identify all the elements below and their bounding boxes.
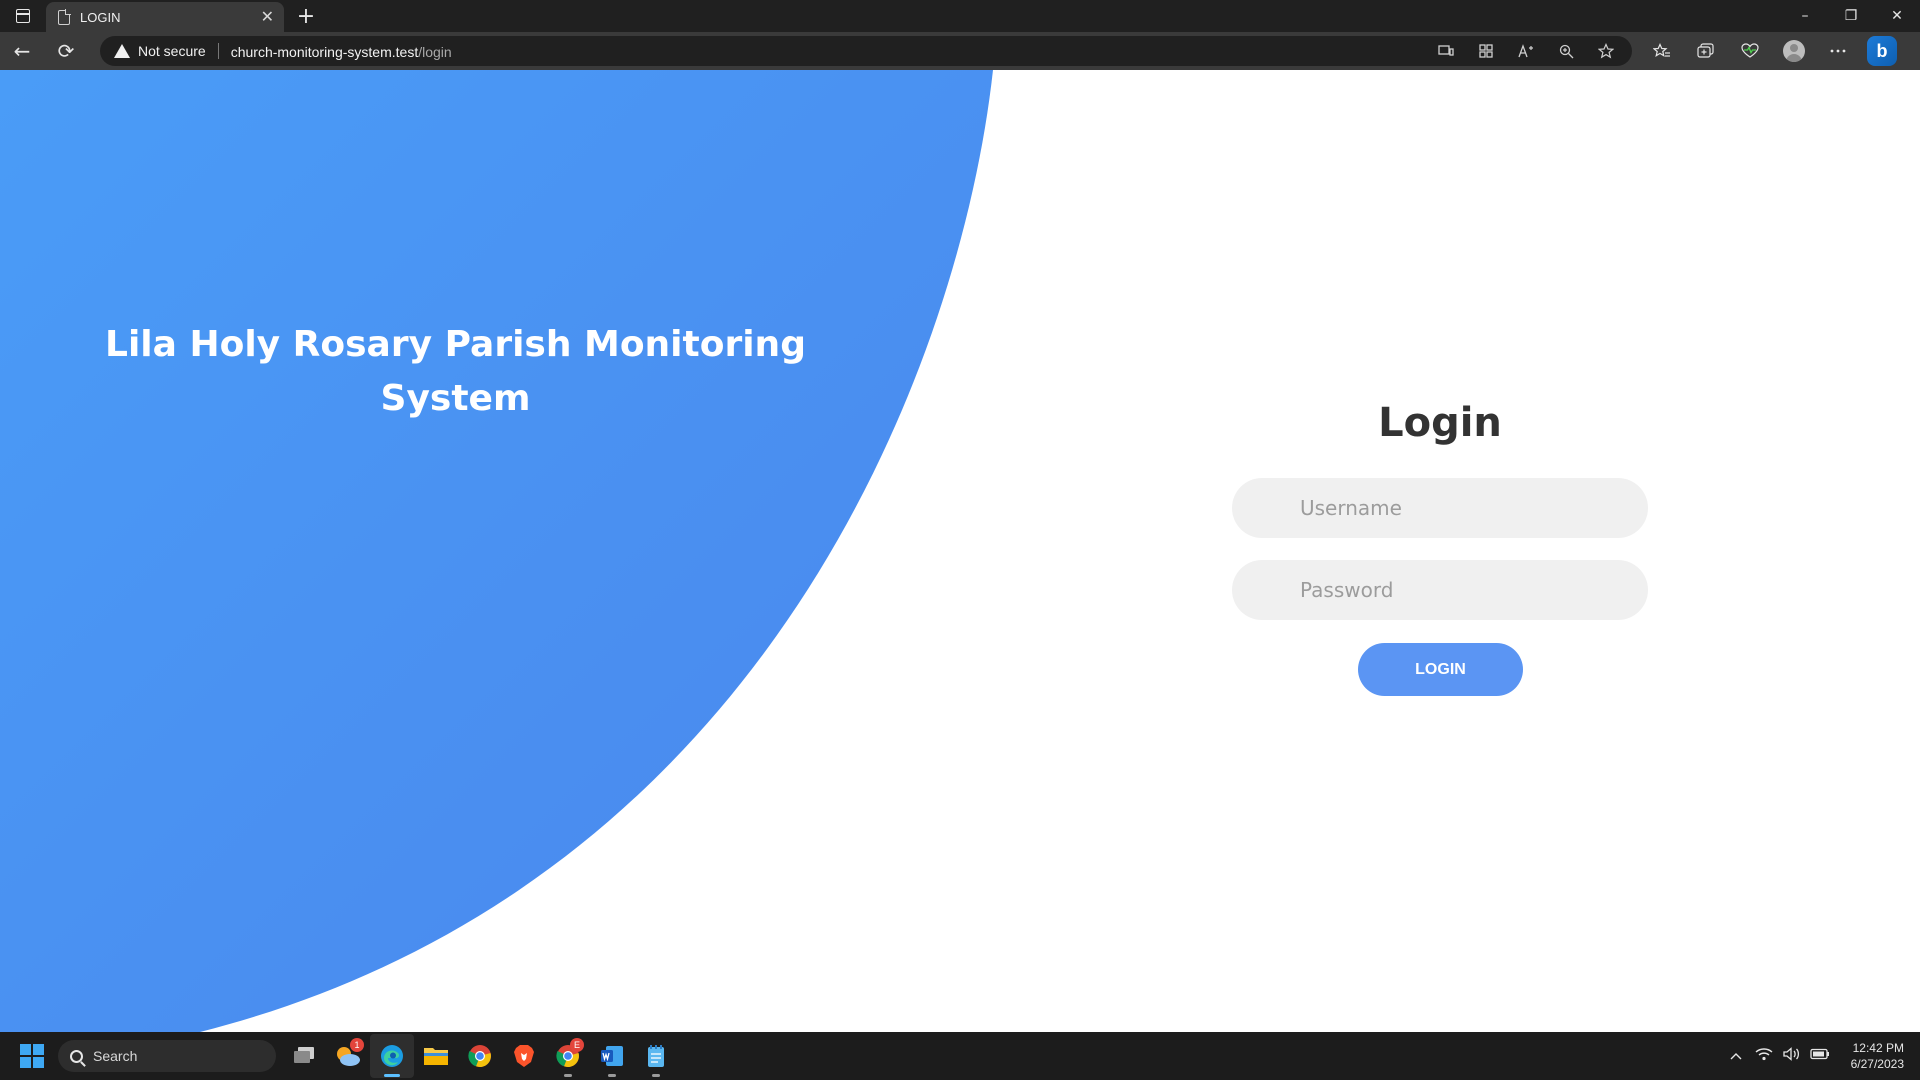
battery-icon[interactable] <box>1809 1048 1831 1064</box>
search-label: Search <box>93 1048 138 1064</box>
tab-actions-icon <box>16 9 30 23</box>
running-indicator <box>564 1074 572 1077</box>
task-view-icon <box>294 1047 314 1063</box>
password-input[interactable] <box>1232 560 1648 620</box>
app-available-icon[interactable] <box>1426 36 1466 66</box>
file-explorer-button[interactable] <box>414 1034 458 1078</box>
collections-icon[interactable] <box>1684 32 1728 70</box>
address-bar-actions <box>1426 36 1632 66</box>
taskbar-clock[interactable]: 12:42 PM 6/27/2023 <box>1851 1040 1904 1072</box>
tab-title: LOGIN <box>80 9 121 25</box>
bing-chat-button[interactable]: b <box>1860 32 1904 70</box>
show-hidden-icons-icon[interactable] <box>1725 1049 1747 1064</box>
clock-date: 6/27/2023 <box>1850 1057 1904 1071</box>
profile-button[interactable] <box>1772 32 1816 70</box>
window-controls: – ❐ ✕ <box>1782 0 1920 32</box>
tab-close-icon[interactable]: ✕ <box>261 9 274 25</box>
windows-logo-tile <box>33 1044 44 1055</box>
folder-icon <box>424 1048 448 1065</box>
zoom-icon[interactable] <box>1546 36 1586 66</box>
taskbar-search[interactable]: Search <box>58 1040 276 1072</box>
more-options-icon[interactable] <box>1816 32 1860 70</box>
address-separator <box>217 43 219 59</box>
browser-toolbar: b <box>1640 32 1904 70</box>
back-button[interactable]: ← <box>0 32 44 70</box>
browser-tab[interactable]: LOGIN ✕ <box>46 2 284 32</box>
login-page: Lila Holy Rosary Parish Monitoring Syste… <box>0 70 1920 1032</box>
chrome-profile-button[interactable]: E <box>546 1034 590 1078</box>
browser-titlebar: LOGIN ✕ + – ❐ ✕ <box>0 0 1920 32</box>
favorite-star-icon[interactable] <box>1586 36 1626 66</box>
username-input[interactable] <box>1232 478 1648 538</box>
new-tab-button[interactable]: + <box>288 0 324 32</box>
edge-icon <box>381 1045 403 1067</box>
url-host: church-monitoring-system.test <box>230 43 419 60</box>
windows-logo-tile <box>33 1057 44 1068</box>
word-button[interactable] <box>590 1034 634 1078</box>
favorites-icon[interactable] <box>1640 32 1684 70</box>
brave-button[interactable] <box>502 1034 546 1078</box>
widgets-badge: 1 <box>350 1038 364 1052</box>
edge-button[interactable] <box>370 1034 414 1078</box>
avatar-icon <box>1783 40 1805 62</box>
windows-logo-tile <box>20 1044 31 1055</box>
login-button[interactable]: LOGIN <box>1358 643 1523 696</box>
windows-logo-tile <box>20 1057 31 1068</box>
chrome-icon <box>468 1045 491 1068</box>
volume-icon[interactable] <box>1781 1047 1803 1065</box>
address-bar[interactable]: Not secure church-monitoring-system.test… <box>100 36 1632 66</box>
running-indicator <box>652 1074 660 1077</box>
url-text[interactable]: church-monitoring-system.test/login <box>231 42 452 61</box>
restore-button[interactable]: ❐ <box>1828 0 1874 32</box>
notepad-icon <box>648 1045 664 1067</box>
taskbar: Search 1 E 12:42 PM 6/27/2023 <box>0 1032 1920 1080</box>
running-indicator <box>608 1074 616 1077</box>
close-window-button[interactable]: ✕ <box>1874 0 1920 32</box>
system-tray: 12:42 PM 6/27/2023 <box>1725 1040 1920 1072</box>
page-icon <box>58 8 71 25</box>
word-icon <box>601 1046 623 1066</box>
hero-background-shape <box>0 70 993 1032</box>
clock-time: 12:42 PM <box>1852 1041 1904 1055</box>
tab-actions-button[interactable] <box>0 0 46 32</box>
chrome-button[interactable] <box>458 1034 502 1078</box>
hero-title: Lila Holy Rosary Parish Monitoring Syste… <box>105 324 806 419</box>
apps-grid-icon[interactable] <box>1466 36 1506 66</box>
minimize-button[interactable]: – <box>1782 0 1828 32</box>
wifi-icon[interactable] <box>1753 1047 1775 1065</box>
browser-essentials-icon[interactable] <box>1728 32 1772 70</box>
start-button[interactable] <box>12 1036 52 1076</box>
notepad-button[interactable] <box>634 1034 678 1078</box>
warning-icon <box>114 44 130 58</box>
bing-icon: b <box>1867 36 1897 66</box>
active-indicator <box>384 1074 400 1077</box>
read-aloud-icon[interactable] <box>1506 36 1546 66</box>
url-path: /login <box>418 43 452 60</box>
widgets-button[interactable]: 1 <box>326 1034 370 1078</box>
search-icon <box>70 1049 83 1063</box>
brave-icon <box>514 1045 534 1067</box>
login-title: Login <box>1378 400 1502 446</box>
security-label[interactable]: Not secure <box>138 43 206 59</box>
chrome-profile-badge: E <box>570 1038 584 1052</box>
taskbar-apps: 1 E <box>282 1034 678 1078</box>
address-bar-row: ← ⟳ Not secure church-monitoring-system.… <box>0 32 1920 70</box>
task-view-button[interactable] <box>282 1034 326 1078</box>
reload-button[interactable]: ⟳ <box>44 32 88 70</box>
